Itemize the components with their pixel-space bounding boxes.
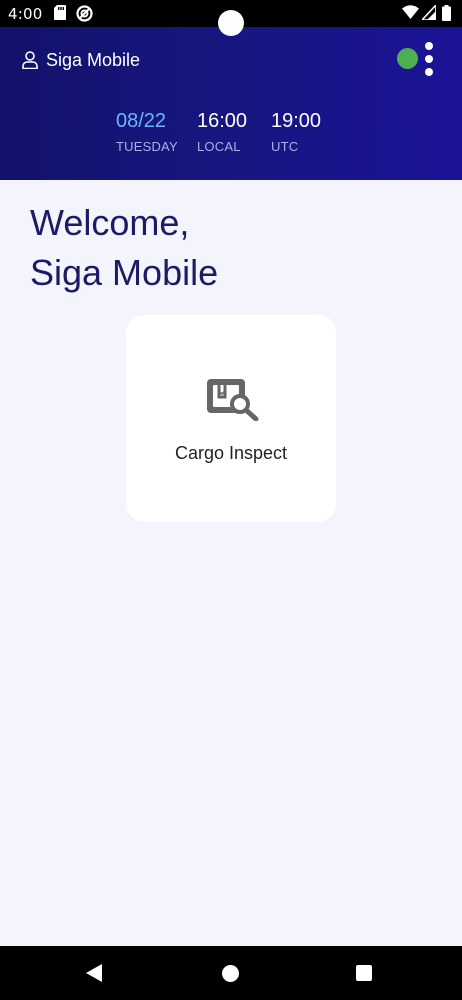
user-icon (22, 51, 38, 69)
wifi-icon (402, 5, 419, 19)
date-weekday: TUESDAY (116, 139, 178, 154)
cargo-inspect-tile[interactable]: Cargo Inspect (126, 315, 336, 522)
date-display: 08/22 TUESDAY (116, 108, 178, 154)
status-time: 4:00 (8, 5, 43, 23)
sd-card-icon (54, 5, 66, 20)
connection-status-indicator (397, 48, 418, 69)
vpn-icon (76, 5, 93, 22)
app-header: 4:00 Siga Mobile 08/22 TUESDAY 16:00 LOC… (0, 0, 462, 180)
menu-dot-icon (425, 68, 433, 76)
user-name: Siga Mobile (46, 49, 141, 70)
camera-cutout (218, 10, 244, 36)
welcome-greeting: Welcome, (30, 202, 190, 243)
system-navigation-bar (0, 946, 462, 1000)
home-icon[interactable] (222, 965, 239, 982)
welcome-user-name: Siga Mobile (30, 252, 219, 293)
user-profile[interactable]: Siga Mobile (22, 48, 140, 72)
utc-time-display: 19:00 UTC (271, 108, 321, 154)
tile-label: Cargo Inspect (174, 443, 288, 463)
overflow-menu-button[interactable] (420, 42, 438, 76)
back-icon[interactable] (86, 964, 102, 982)
date-value: 08/22 (116, 110, 167, 132)
cargo-inspect-icon (207, 379, 259, 421)
local-time-label: LOCAL (197, 139, 241, 154)
menu-dot-icon (425, 55, 433, 63)
menu-dot-icon (425, 42, 433, 50)
signal-icon (422, 5, 436, 20)
local-time-display: 16:00 LOCAL (197, 108, 247, 154)
welcome-heading: Welcome, Siga Mobile (30, 198, 218, 298)
local-time-value: 16:00 (197, 110, 248, 132)
recents-icon[interactable] (356, 965, 372, 981)
utc-time-value: 19:00 (271, 110, 322, 132)
utc-time-label: UTC (271, 139, 299, 154)
battery-icon (442, 5, 451, 21)
